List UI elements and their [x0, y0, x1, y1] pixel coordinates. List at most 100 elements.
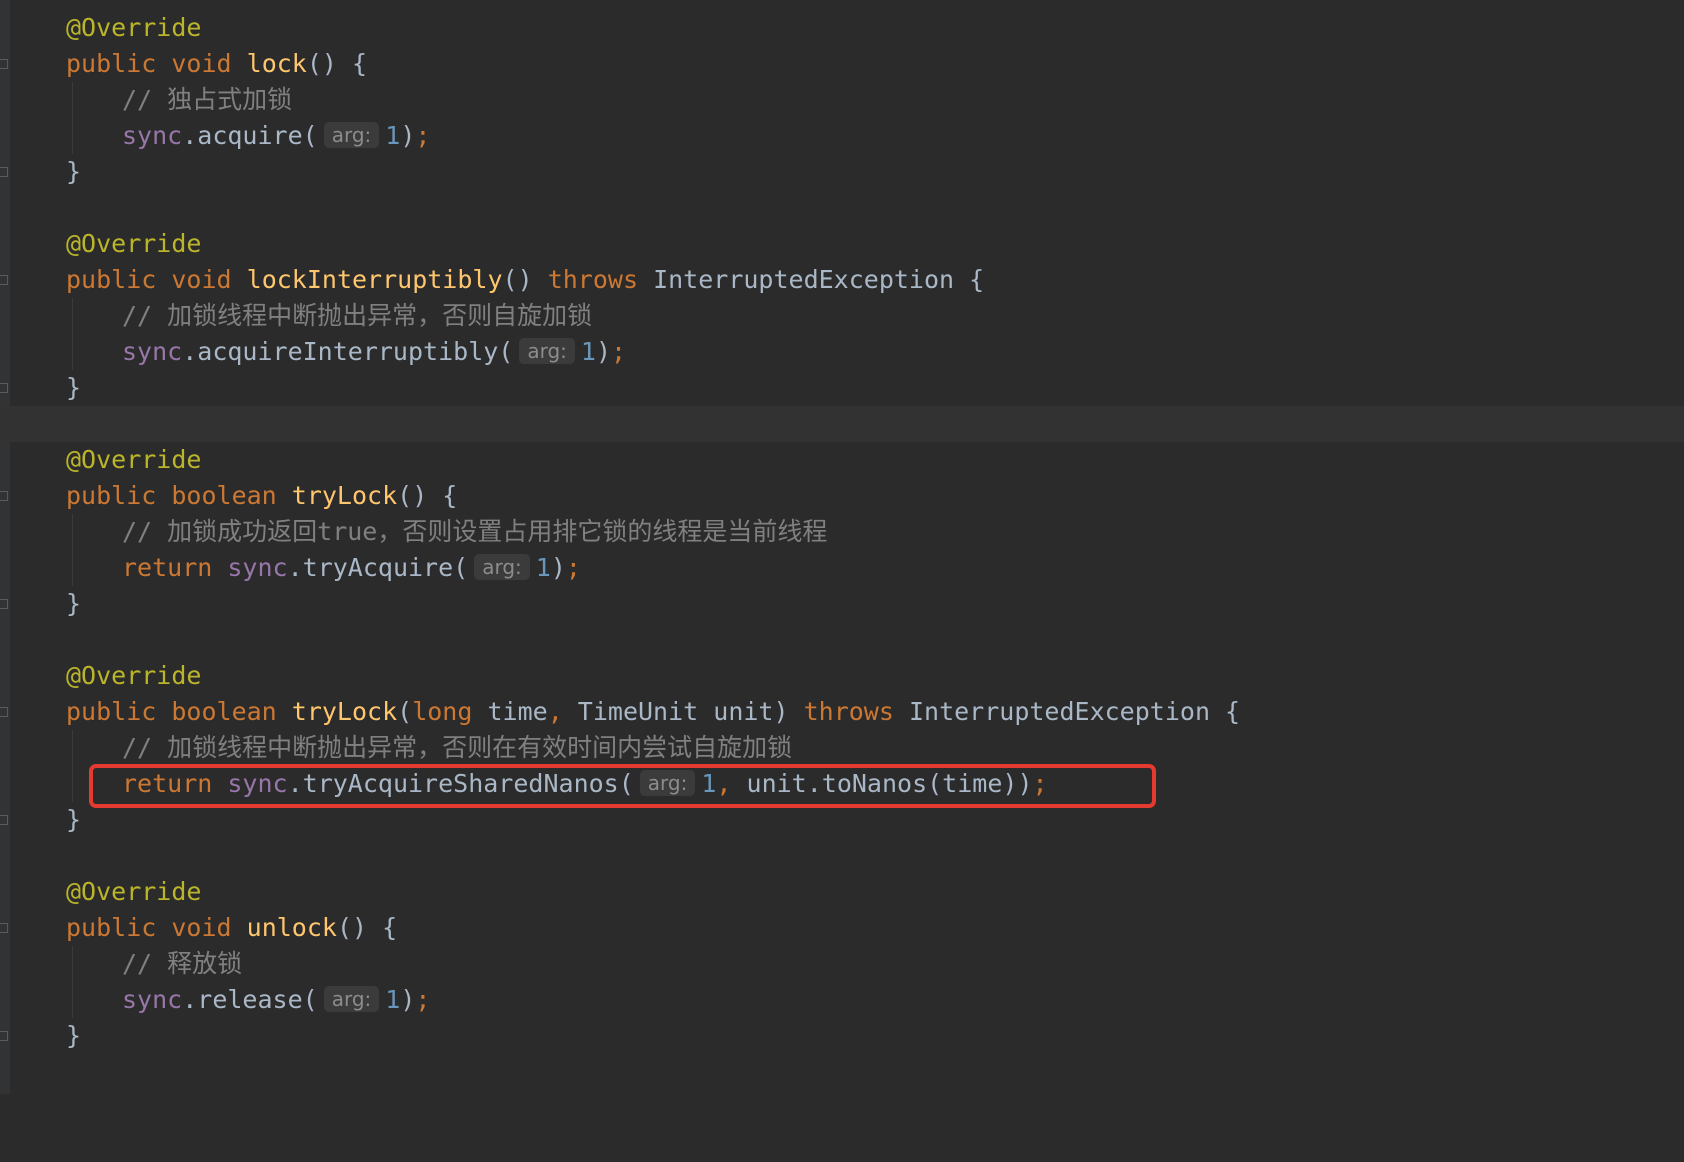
parameter-hint: arg: — [323, 986, 380, 1012]
fold-end-marker-icon[interactable] — [0, 1031, 8, 1041]
return-statement: return sync.tryAcquire(arg: 1); — [122, 550, 581, 586]
parameter-hint: arg: — [323, 122, 380, 148]
method-call: sync.acquireInterruptibly(arg: 1); — [122, 334, 626, 370]
call-close: ) — [595, 337, 612, 366]
call-method: .acquire( — [182, 121, 318, 150]
code-line[interactable]: sync.acquire(arg: 1); — [0, 118, 1684, 154]
closing-brace: } — [66, 373, 82, 402]
method-name: tryLock — [291, 481, 398, 510]
code-line[interactable]: public void lockInterruptibly() throws I… — [0, 262, 1684, 298]
method-name: lock — [246, 49, 307, 78]
method-signature: public boolean tryLock() { — [66, 478, 457, 514]
code-line[interactable]: @Override — [0, 442, 1684, 478]
fold-marker-icon[interactable] — [0, 923, 8, 933]
code-line[interactable]: return sync.tryAcquire(arg: 1); — [0, 550, 1684, 586]
code-line[interactable]: public void lock() { — [0, 46, 1684, 82]
call-method: .release( — [182, 985, 318, 1014]
fold-end-marker-icon[interactable] — [0, 167, 8, 177]
return-keyword: return — [122, 553, 213, 582]
number-literal: 1 — [580, 337, 596, 366]
call-close: ) — [400, 121, 416, 150]
code-line[interactable]: // 加锁线程中断抛出异常，否则自旋加锁 — [0, 298, 1684, 334]
param-name: time — [472, 697, 548, 726]
code-line[interactable]: @Override — [0, 658, 1684, 694]
method-name: lockInterruptibly — [246, 265, 503, 294]
fold-end-marker-icon[interactable] — [0, 599, 8, 609]
params-open: ( — [397, 697, 413, 726]
code-line[interactable]: // 释放锁 — [0, 946, 1684, 982]
annotation: @Override — [66, 445, 202, 474]
code-line[interactable]: // 加锁线程中断抛出异常，否则在有效时间内尝试自旋加锁 — [0, 730, 1684, 766]
fold-marker-icon[interactable] — [0, 275, 8, 285]
closing-brace: } — [66, 157, 82, 186]
code-line[interactable]: } — [0, 1018, 1684, 1054]
highlight-box — [89, 764, 1156, 808]
method-signature: public void unlock() { — [66, 910, 397, 946]
code-line[interactable]: sync.acquireInterruptibly(arg: 1); — [0, 334, 1684, 370]
semicolon: ; — [611, 337, 627, 366]
code-line[interactable]: sync.release(arg: 1); — [0, 982, 1684, 1018]
code-line[interactable]: } — [0, 154, 1684, 190]
params: () — [502, 265, 533, 294]
semicolon: ; — [415, 985, 431, 1014]
comment: // 加锁线程中断抛出异常，否则自旋加锁 — [122, 301, 593, 330]
call-method: .acquireInterruptibly( — [182, 337, 514, 366]
parameter-hint: arg: — [474, 554, 530, 580]
comma: , — [547, 697, 563, 726]
field-ref: sync — [122, 985, 183, 1014]
modifiers: public void — [66, 265, 232, 294]
annotation: @Override — [66, 229, 202, 258]
params-rest: TimeUnit unit) — [562, 697, 789, 726]
method-call: sync.acquire(arg: 1); — [122, 118, 430, 154]
comment: // 释放锁 — [122, 949, 243, 978]
throws-keyword: throws — [547, 265, 638, 294]
call-method: .tryAcquire( — [287, 553, 469, 582]
number-literal: 1 — [535, 553, 551, 582]
code-line[interactable]: public boolean tryLock() { — [0, 478, 1684, 514]
annotation: @Override — [66, 661, 202, 690]
throws-keyword: throws — [803, 697, 894, 726]
method-name: unlock — [246, 913, 337, 942]
field-ref: sync — [122, 121, 183, 150]
code-editor[interactable]: @Override public void lock() { // 独占式加锁 … — [0, 0, 1684, 1094]
parameter-hint: arg: — [519, 338, 575, 364]
modifiers: public void — [66, 913, 232, 942]
fold-marker-icon[interactable] — [0, 59, 8, 69]
semicolon: ; — [415, 121, 431, 150]
code-line[interactable]: public boolean tryLock(long time, TimeUn… — [0, 694, 1684, 730]
param-type: long — [412, 697, 473, 726]
code-line[interactable]: } — [0, 586, 1684, 622]
modifiers: public boolean — [66, 697, 277, 726]
call-close: ) — [550, 553, 566, 582]
annotation: @Override — [66, 13, 202, 42]
code-line[interactable]: public void unlock() { — [0, 910, 1684, 946]
comment: // 独占式加锁 — [122, 85, 293, 114]
fold-end-marker-icon[interactable] — [0, 383, 8, 393]
method-signature: public boolean tryLock(long time, TimeUn… — [66, 694, 1240, 730]
number-literal: 1 — [385, 985, 401, 1014]
params: () { — [306, 49, 368, 78]
semicolon: ; — [565, 553, 581, 582]
code-line[interactable]: @Override — [0, 10, 1684, 46]
code-line[interactable]: @Override — [0, 226, 1684, 262]
method-call: sync.release(arg: 1); — [122, 982, 430, 1018]
modifiers: public boolean — [66, 481, 277, 510]
method-signature: public void lockInterruptibly() throws I… — [66, 262, 984, 298]
field-ref: sync — [122, 337, 183, 366]
code-line[interactable]: // 加锁成功返回true，否则设置占用排它锁的线程是当前线程 — [0, 514, 1684, 550]
fold-marker-icon[interactable] — [0, 707, 8, 717]
code-line[interactable]: } — [0, 370, 1684, 406]
code-line[interactable]: // 独占式加锁 — [0, 82, 1684, 118]
comment: // 加锁成功返回true，否则设置占用排它锁的线程是当前线程 — [122, 517, 828, 546]
code-line[interactable]: @Override — [0, 874, 1684, 910]
exception-type: InterruptedException { — [908, 697, 1241, 726]
method-signature: public void lock() { — [66, 46, 367, 82]
call-close: ) — [400, 985, 416, 1014]
comment: // 加锁线程中断抛出异常，否则在有效时间内尝试自旋加锁 — [122, 733, 793, 762]
params: () { — [336, 913, 398, 942]
fold-end-marker-icon[interactable] — [0, 815, 8, 825]
modifiers: public void — [66, 49, 232, 78]
fold-marker-icon[interactable] — [0, 491, 8, 501]
closing-brace: } — [66, 805, 82, 834]
closing-brace: } — [66, 1021, 82, 1050]
